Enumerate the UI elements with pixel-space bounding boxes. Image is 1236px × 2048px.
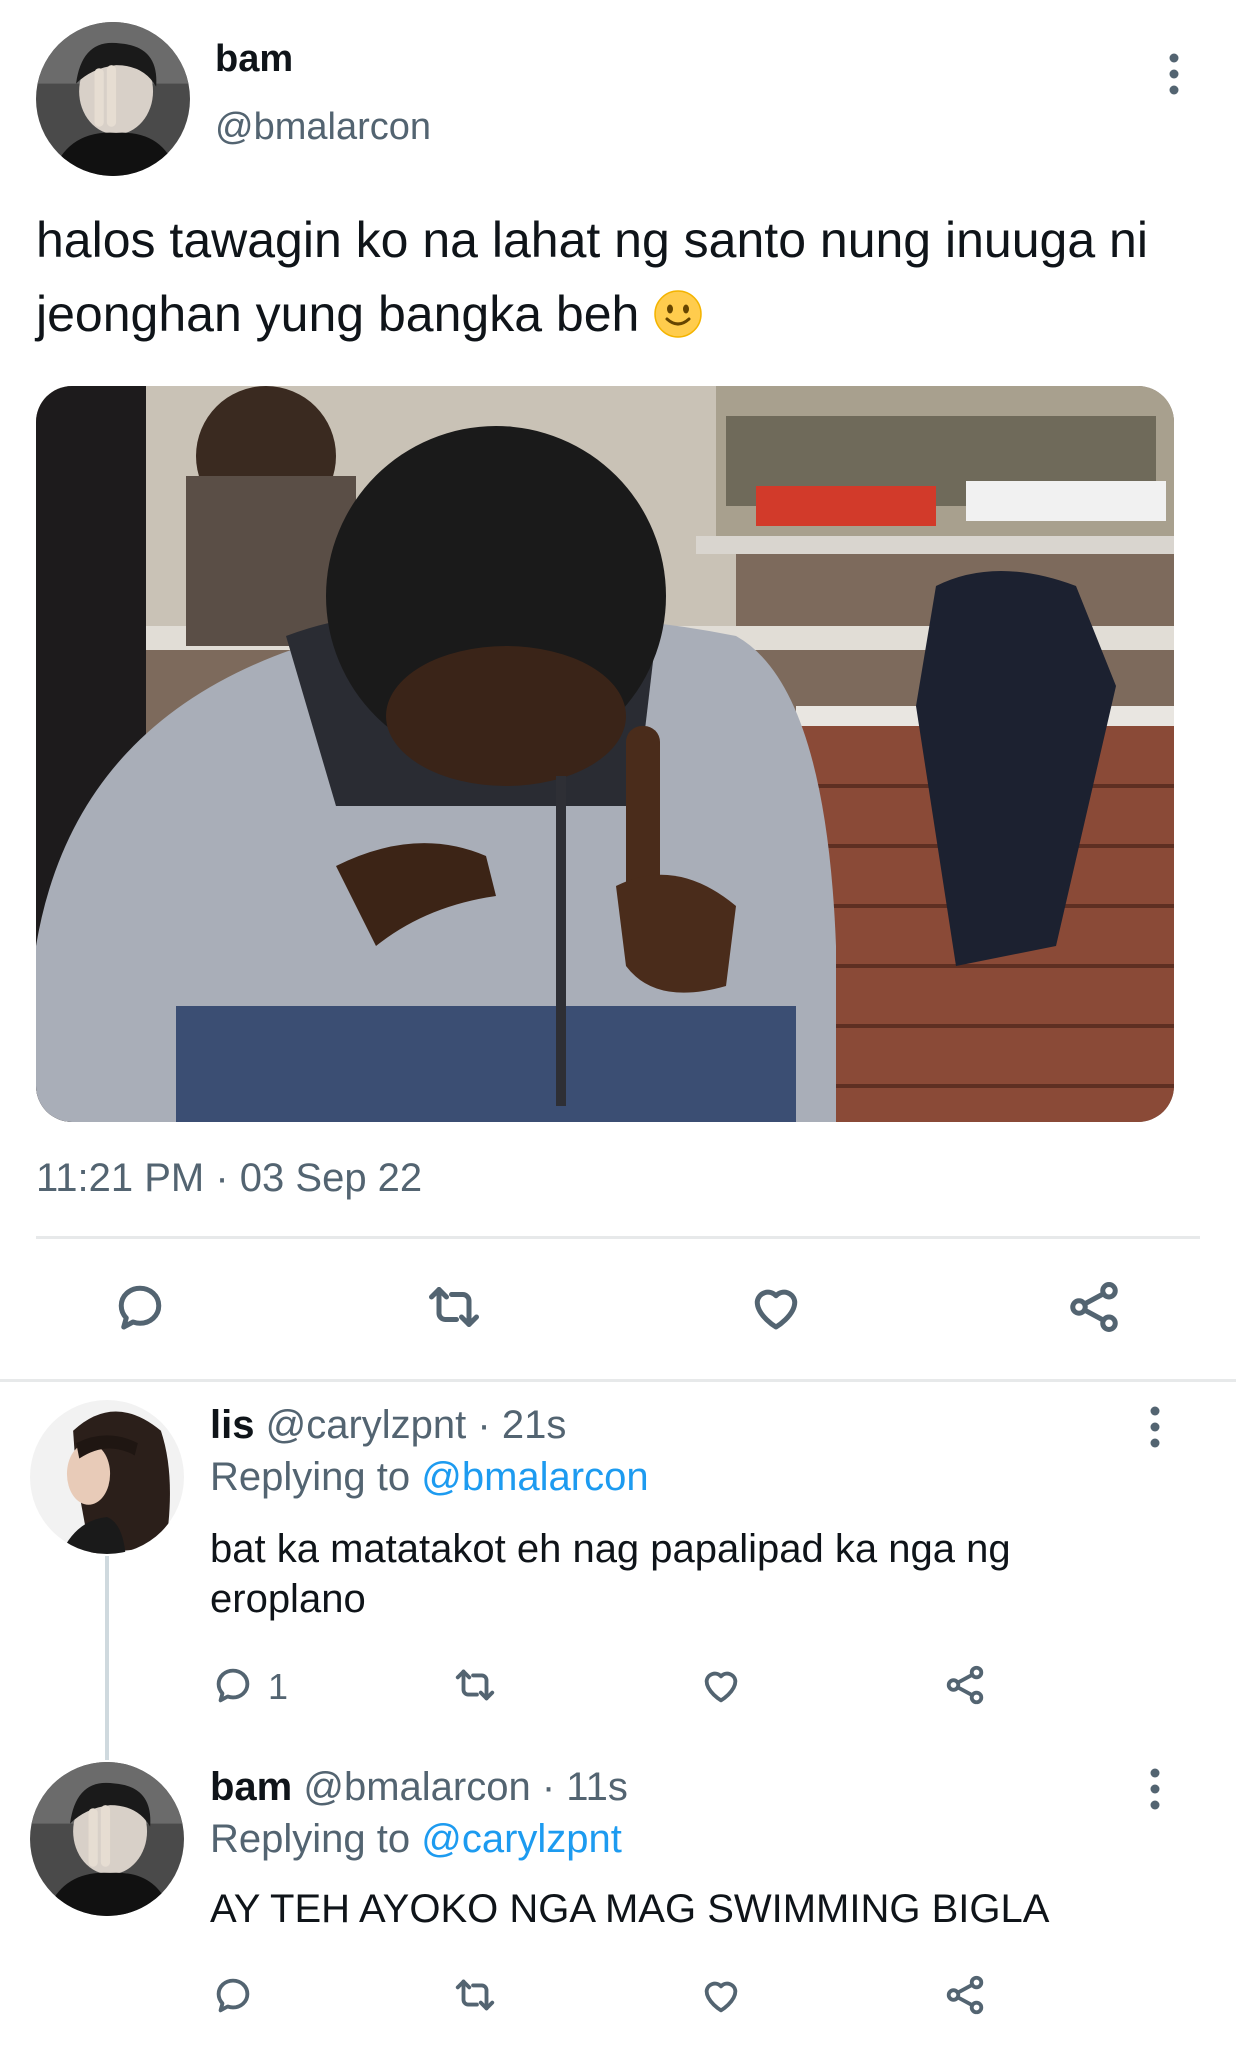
replying-to: Replying to @bmalarcon bbox=[210, 1455, 649, 1500]
reply-display-name[interactable]: bam bbox=[210, 1765, 292, 1809]
tweet-text: halos tawagin ko na lahat ng santo nung … bbox=[36, 203, 1176, 351]
reply-text: bat ka matatakot eh nag papalipad ka nga… bbox=[210, 1527, 1011, 1621]
like-icon[interactable] bbox=[698, 1972, 744, 2018]
retweet-icon[interactable] bbox=[452, 1972, 498, 2018]
tweet-timestamp[interactable]: 11:21 PM · 03 Sep 22 bbox=[36, 1156, 422, 1201]
replying-to-label: Replying to bbox=[210, 1817, 411, 1861]
reply-time[interactable]: · 11s bbox=[542, 1765, 628, 1809]
share-icon[interactable] bbox=[942, 1972, 988, 2018]
more-options-icon[interactable] bbox=[1137, 1403, 1173, 1451]
reply-count: 1 bbox=[268, 1666, 289, 1707]
retweet-icon[interactable] bbox=[424, 1277, 484, 1337]
reply-header: bam @bmalarcon · 11s bbox=[210, 1765, 628, 1810]
divider bbox=[36, 1236, 1200, 1239]
more-options-icon[interactable] bbox=[1156, 50, 1192, 98]
thread-connector bbox=[105, 1556, 109, 1760]
like-icon[interactable] bbox=[698, 1662, 744, 1708]
reply-handle[interactable]: @carylzpnt bbox=[266, 1403, 467, 1447]
more-options-icon[interactable] bbox=[1137, 1765, 1173, 1813]
reply-handle[interactable]: @bmalarcon bbox=[303, 1765, 530, 1809]
slightly-smiling-face-icon bbox=[653, 289, 703, 339]
author-avatar[interactable] bbox=[36, 22, 190, 176]
reply-icon[interactable] bbox=[110, 1277, 170, 1337]
share-icon[interactable] bbox=[942, 1662, 988, 1708]
like-icon[interactable] bbox=[746, 1277, 806, 1337]
reply-icon[interactable] bbox=[210, 1972, 256, 2018]
replying-to-mention[interactable]: @bmalarcon bbox=[421, 1455, 648, 1499]
retweet-icon[interactable] bbox=[452, 1662, 498, 1708]
author-handle[interactable]: @bmalarcon bbox=[215, 106, 431, 149]
share-icon[interactable] bbox=[1064, 1277, 1124, 1337]
tweet-text-body: halos tawagin ko na lahat ng santo nung … bbox=[36, 212, 1148, 342]
reply-display-name[interactable]: lis bbox=[210, 1403, 254, 1447]
reply-text: AY TEH AYOKO NGA MAG SWIMMING BIGLA bbox=[210, 1887, 1050, 1931]
divider bbox=[0, 1379, 1236, 1382]
replying-to-mention[interactable]: @carylzpnt bbox=[421, 1817, 622, 1861]
tweet-media-photo[interactable] bbox=[36, 386, 1174, 1122]
reply-time[interactable]: · 21s bbox=[477, 1403, 566, 1447]
reply-header: lis @carylzpnt · 21s bbox=[210, 1403, 566, 1448]
reply-avatar[interactable] bbox=[30, 1762, 184, 1916]
reply-avatar[interactable] bbox=[30, 1400, 184, 1554]
replying-to-label: Replying to bbox=[210, 1455, 411, 1499]
replying-to: Replying to @carylzpnt bbox=[210, 1817, 622, 1862]
author-display-name[interactable]: bam bbox=[215, 38, 293, 81]
reply-icon[interactable] bbox=[210, 1662, 256, 1708]
